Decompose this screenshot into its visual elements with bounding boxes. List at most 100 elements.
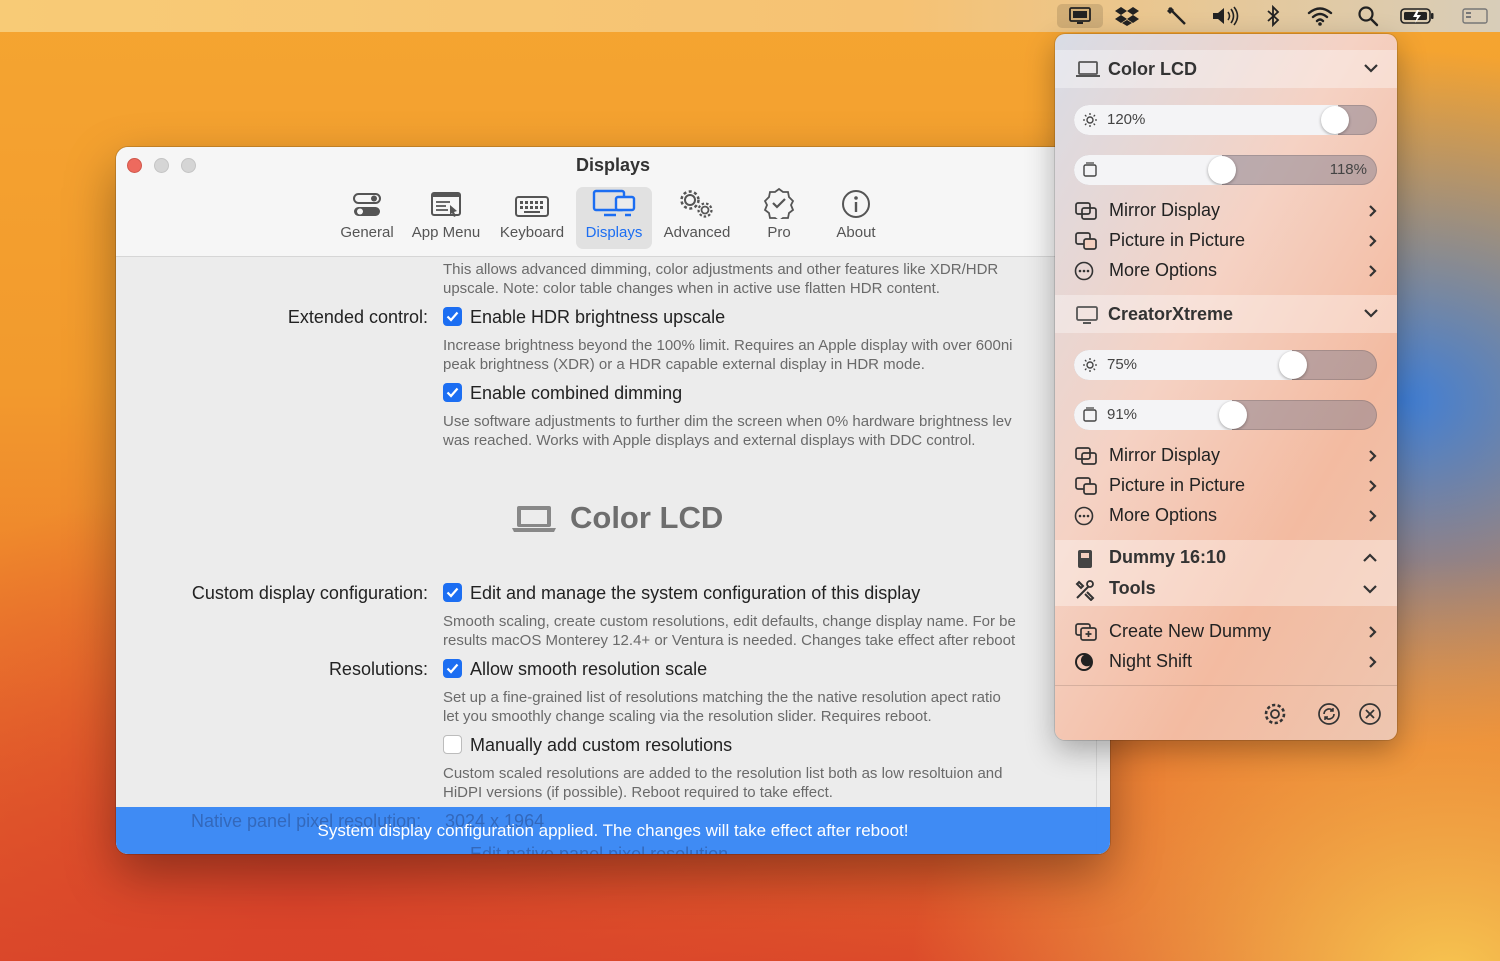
tools-label: Tools: [1109, 578, 1156, 598]
combined-description: Use software adjustments to further dim …: [443, 413, 1012, 430]
tools-icon: [1075, 580, 1095, 601]
more-options-item[interactable]: More Options: [1074, 256, 1378, 286]
bluetooth-icon[interactable]: [1258, 4, 1288, 28]
general-icon: [353, 193, 381, 216]
tab-label: Displays: [585, 224, 643, 241]
chevron-down-icon[interactable]: [1362, 583, 1378, 595]
menu-item-label: More Options: [1109, 505, 1218, 525]
manual-resolutions-checkbox[interactable]: [443, 735, 462, 754]
tools-header[interactable]: Tools: [1074, 574, 1378, 604]
smooth-scale-checkbox[interactable]: [443, 659, 462, 678]
menu-item-label: More Options: [1109, 260, 1218, 280]
slider-knob[interactable]: [1321, 106, 1349, 134]
sun-icon: [1083, 113, 1097, 127]
night-shift-item[interactable]: Night Shift: [1074, 647, 1378, 677]
display-icon[interactable]: [1057, 4, 1103, 28]
mirror-display-item[interactable]: Mirror Display: [1074, 441, 1378, 471]
contrast-slider[interactable]: 91%: [1074, 400, 1377, 430]
control-center-icon[interactable]: [1458, 4, 1492, 28]
keyboard-icon: [515, 196, 549, 217]
tab-advanced[interactable]: Advanced: [652, 187, 742, 249]
smooth-scale-label[interactable]: Allow smooth resolution scale: [470, 659, 707, 680]
contrast-value: 118%: [1329, 161, 1367, 178]
sun-icon: [1083, 358, 1097, 372]
dropbox-icon[interactable]: [1112, 4, 1142, 28]
pip-icon: [1075, 232, 1097, 250]
volume-icon[interactable]: [1211, 4, 1241, 28]
menu-item-label: Mirror Display: [1109, 200, 1221, 220]
slider-knob[interactable]: [1279, 351, 1307, 379]
pip-icon: [1075, 477, 1097, 495]
chevron-down-icon[interactable]: [1363, 62, 1379, 74]
settings-content: This allows advanced dimming, color adju…: [116, 257, 1110, 854]
mirror-display-item[interactable]: Mirror Display: [1074, 196, 1378, 226]
combined-description: was reached. Works with Apple displays a…: [443, 432, 976, 449]
app-menu-icon: [431, 192, 461, 217]
contrast-value: 91%: [1107, 406, 1138, 423]
slider-knob[interactable]: [1219, 401, 1247, 429]
toolbar: General App Menu Keyboard Displays Advan…: [330, 187, 896, 249]
chevron-down-icon[interactable]: [1363, 307, 1379, 319]
hdr-upscale-label[interactable]: Enable HDR brightness upscale: [470, 307, 725, 328]
quit-icon[interactable]: [1358, 702, 1382, 726]
custom-config-checkbox[interactable]: [443, 583, 462, 602]
settings-gear-icon[interactable]: [1263, 702, 1287, 726]
chevron-right-icon: [1369, 656, 1377, 668]
search-icon[interactable]: [1353, 4, 1383, 28]
tab-label: About: [836, 224, 876, 241]
displays-icon: [592, 189, 636, 217]
refresh-icon[interactable]: [1317, 702, 1341, 726]
tab-about[interactable]: About: [816, 187, 896, 249]
picture-in-picture-item[interactable]: Picture in Picture: [1074, 471, 1378, 501]
display-name: Color LCD: [1108, 59, 1197, 79]
tab-keyboard[interactable]: Keyboard: [488, 187, 576, 249]
laptop-icon: [1076, 61, 1100, 77]
wifi-icon[interactable]: [1305, 4, 1335, 28]
combined-dimming-checkbox[interactable]: [443, 383, 462, 402]
dummy-icon: [1078, 550, 1092, 568]
brightness-slider[interactable]: 120%: [1074, 105, 1377, 135]
custom-config-description: results macOS Monterey 12.4+ or Ventura …: [443, 632, 1016, 649]
slider-knob[interactable]: [1208, 156, 1236, 184]
hdr-upscale-checkbox[interactable]: [443, 307, 462, 326]
mirror-display-icon: [1075, 202, 1097, 220]
display-header-creatorxtreme[interactable]: CreatorXtreme: [1055, 295, 1397, 333]
tab-app-menu[interactable]: App Menu: [404, 187, 488, 249]
dummy-header[interactable]: Dummy 16:10: [1074, 543, 1378, 573]
brightness-value: 75%: [1107, 356, 1138, 373]
chevron-up-icon[interactable]: [1362, 552, 1378, 564]
smooth-scale-description: Set up a fine-grained list of resolution…: [443, 689, 1001, 706]
gears-icon: [680, 190, 713, 218]
add-display-icon: [1075, 623, 1097, 641]
menu-item-label: Night Shift: [1109, 651, 1193, 671]
tab-displays[interactable]: Displays: [576, 187, 652, 249]
tab-general[interactable]: General: [330, 187, 404, 249]
picture-in-picture-item[interactable]: Picture in Picture: [1074, 226, 1378, 256]
info-icon: [842, 190, 870, 218]
display-header-color-lcd[interactable]: Color LCD: [1055, 50, 1397, 88]
title-bar: Displays General App Menu Keyboard Displ…: [116, 147, 1110, 257]
manual-description: HiDPI versions (if possible). Reboot req…: [443, 784, 833, 801]
preferences-window: Displays General App Menu Keyboard Displ…: [116, 147, 1110, 854]
manual-resolutions-label[interactable]: Manually add custom resolutions: [470, 735, 732, 756]
tab-label: Advanced: [663, 224, 731, 241]
contrast-icon: [1083, 162, 1097, 177]
resolutions-label: Resolutions:: [328, 659, 428, 679]
combined-dimming-label[interactable]: Enable combined dimming: [470, 383, 682, 404]
notification-banner: Native panel pixel resolution: 3024 x 19…: [116, 807, 1110, 854]
contrast-slider[interactable]: 118%: [1074, 155, 1377, 185]
night-shift-icon: [1075, 653, 1093, 671]
brightness-value: 120%: [1107, 111, 1146, 128]
battery-icon[interactable]: [1398, 4, 1438, 28]
menu-bar: [0, 0, 1500, 32]
pen-icon[interactable]: [1162, 4, 1192, 28]
chevron-right-icon: [1369, 626, 1377, 638]
display-name: CreatorXtreme: [1108, 304, 1234, 324]
tab-pro[interactable]: Pro: [742, 187, 816, 249]
brightness-slider[interactable]: 75%: [1074, 350, 1377, 380]
chevron-right-icon: [1369, 205, 1377, 217]
menu-item-label: Mirror Display: [1109, 445, 1221, 465]
more-options-item[interactable]: More Options: [1074, 501, 1378, 531]
create-new-dummy-item[interactable]: Create New Dummy: [1074, 617, 1378, 647]
custom-config-check-label[interactable]: Edit and manage the system configuration…: [470, 583, 920, 604]
